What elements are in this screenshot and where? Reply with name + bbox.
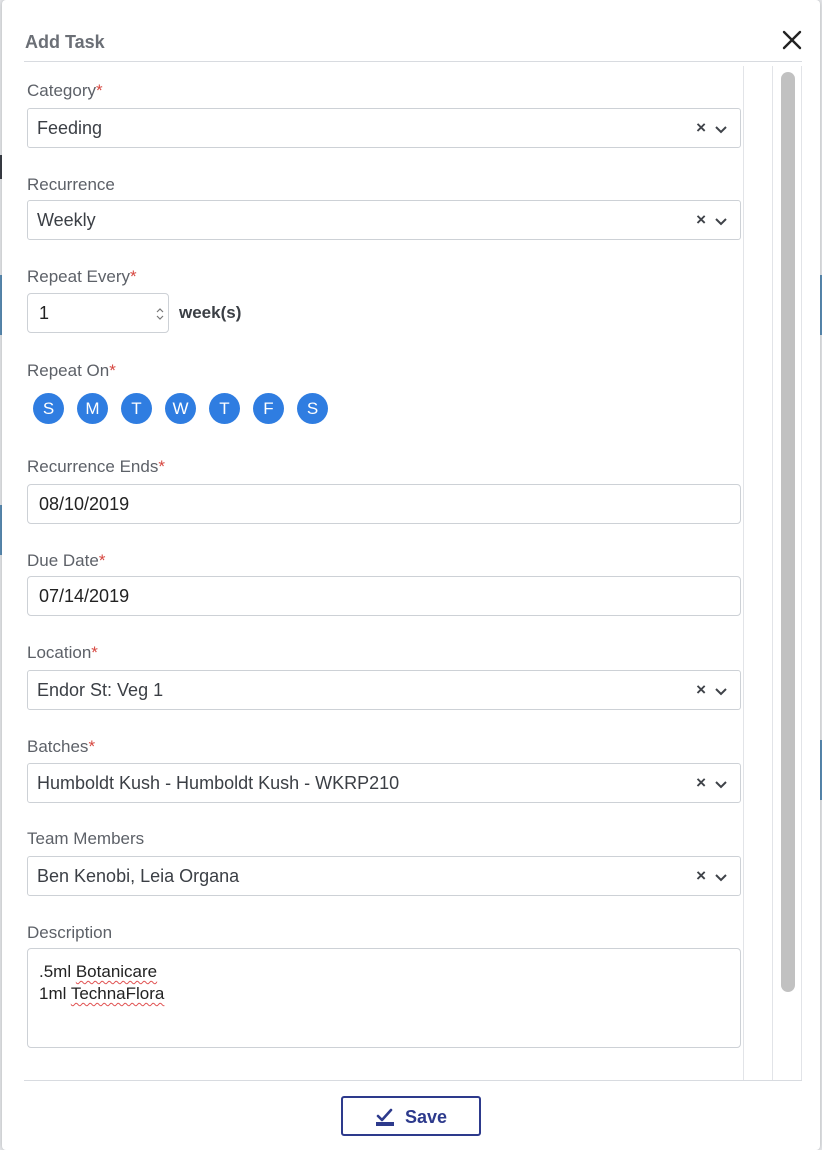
location-value: Endor St: Veg 1: [37, 680, 164, 700]
recurrence-label: Recurrence: [27, 175, 115, 194]
day-toggle-tuesday[interactable]: T: [121, 393, 152, 424]
description-line: .5ml Botanicare: [39, 962, 158, 981]
recurrence-ends-input[interactable]: 08/10/2019: [27, 484, 741, 524]
chevron-down-icon[interactable]: [714, 684, 728, 696]
clear-icon[interactable]: ×: [696, 210, 706, 230]
description-textarea[interactable]: .5ml Botanicare 1ml TechnaFlora: [27, 948, 741, 1048]
due-date-input[interactable]: 07/14/2019: [27, 576, 741, 616]
repeat-on-label: Repeat On*: [27, 361, 116, 380]
close-icon[interactable]: [780, 28, 804, 52]
day-toggle-wednesday[interactable]: W: [165, 393, 196, 424]
batches-label: Batches*: [27, 737, 96, 756]
day-toggle-monday[interactable]: M: [77, 393, 108, 424]
clear-icon[interactable]: ×: [696, 118, 706, 138]
repeat-every-label: Repeat Every*: [27, 267, 137, 286]
recurrence-ends-value: 08/10/2019: [39, 494, 130, 514]
save-label: Save: [405, 1107, 448, 1127]
chevron-down-icon[interactable]: [714, 777, 728, 789]
due-date-value: 07/14/2019: [39, 586, 130, 606]
modal-title: Add Task: [25, 32, 105, 52]
category-select[interactable]: Feeding ×: [27, 108, 741, 148]
clear-icon[interactable]: ×: [696, 866, 706, 886]
day-toggle-saturday[interactable]: S: [297, 393, 328, 424]
modal-body: Category* Feeding × Recurrence Weekly × …: [24, 66, 802, 1080]
clear-icon[interactable]: ×: [696, 773, 706, 793]
team-members-label: Team Members: [27, 829, 145, 848]
chevron-down-icon[interactable]: [714, 870, 728, 882]
recurrence-ends-label: Recurrence Ends*: [27, 457, 165, 476]
location-select[interactable]: Endor St: Veg 1 ×: [27, 670, 741, 710]
category-label: Category*: [27, 81, 103, 100]
repeat-unit-label: week(s): [179, 303, 242, 322]
save-check-icon: [375, 1107, 395, 1127]
team-members-select[interactable]: Ben Kenobi, Leia Organa ×: [27, 856, 741, 896]
due-date-label: Due Date*: [27, 551, 106, 570]
repeat-every-input[interactable]: 1: [27, 293, 169, 333]
chevron-down-icon[interactable]: [714, 214, 728, 226]
footer-divider: [24, 1080, 802, 1081]
repeat-every-value: 1: [39, 303, 50, 323]
number-spinner-icon[interactable]: [156, 307, 164, 321]
recurrence-value: Weekly: [37, 210, 96, 230]
save-button[interactable]: Save: [341, 1096, 481, 1136]
location-label: Location*: [27, 643, 98, 662]
clear-icon[interactable]: ×: [696, 680, 706, 700]
day-toggle-thursday[interactable]: T: [209, 393, 240, 424]
team-members-value: Ben Kenobi, Leia Organa: [37, 866, 240, 886]
batches-value: Humboldt Kush - Humboldt Kush - WKRP210: [37, 773, 400, 793]
modal-header: Add Task: [24, 26, 802, 62]
scrollbar-thumb[interactable]: [781, 72, 795, 992]
day-toggle-friday[interactable]: F: [253, 393, 284, 424]
task-form: Category* Feeding × Recurrence Weekly × …: [24, 66, 744, 1080]
day-toggle-sunday[interactable]: S: [33, 393, 64, 424]
description-label: Description: [27, 923, 113, 942]
description-line: 1ml TechnaFlora: [39, 984, 165, 1003]
batches-select[interactable]: Humboldt Kush - Humboldt Kush - WKRP210 …: [27, 763, 741, 803]
recurrence-select[interactable]: Weekly ×: [27, 200, 741, 240]
add-task-modal: Add Task Category* Feeding × Recurrence …: [2, 0, 820, 1150]
chevron-down-icon[interactable]: [714, 122, 728, 134]
category-value: Feeding: [37, 118, 103, 138]
scrollbar[interactable]: [772, 66, 802, 1080]
